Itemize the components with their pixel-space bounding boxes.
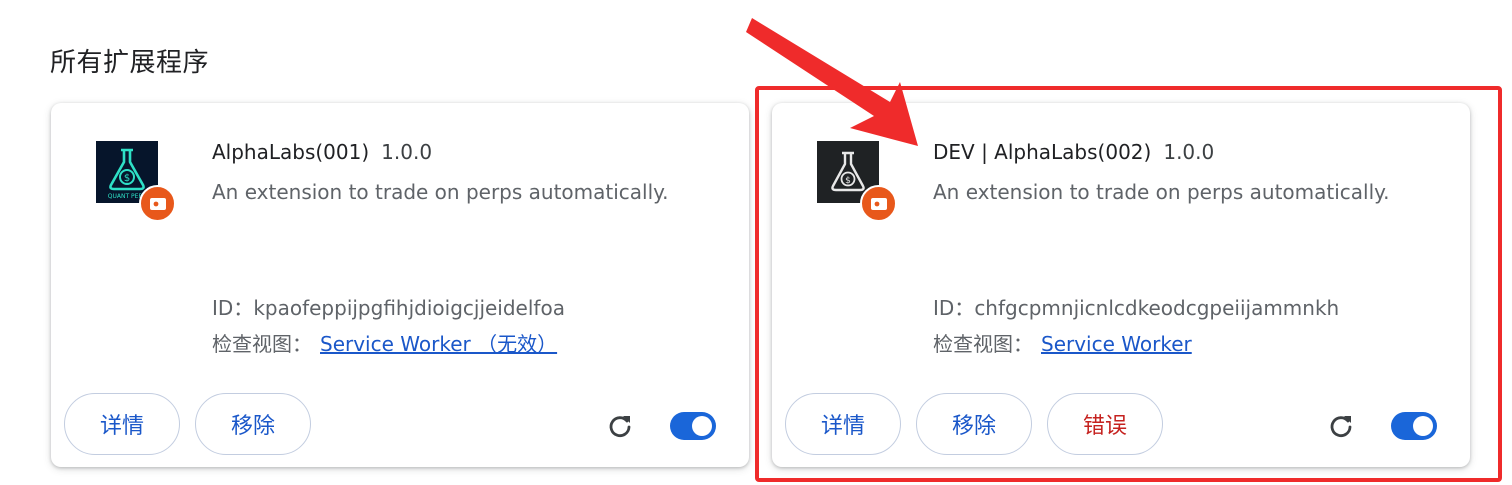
unpacked-badge-icon xyxy=(139,185,176,222)
extension-icon-wrap: $ QUANT PERP xyxy=(96,141,176,222)
extension-name: AlphaLabs(001) xyxy=(212,140,370,164)
service-worker-link[interactable]: Service Worker （无效） xyxy=(320,332,557,356)
inspect-views-line: 检查视图： Service Worker （无效） xyxy=(212,328,557,357)
svg-text:$: $ xyxy=(124,173,130,184)
id-label: ID： xyxy=(212,296,254,320)
extension-description: An extension to trade on perps automatic… xyxy=(212,180,669,204)
details-button[interactable]: 详情 xyxy=(64,393,180,455)
extension-card-alphalabs-001: $ QUANT PERP AlphaLabs(001) 1.0.0 An exte… xyxy=(51,103,749,467)
inspect-views-label: 检查视图： xyxy=(212,332,312,356)
reload-icon[interactable] xyxy=(606,412,634,440)
id-value: kpaofeppijpgfihjdioigcjjeidelfoa xyxy=(253,296,565,320)
extension-version: 1.0.0 xyxy=(381,140,433,164)
section-title: 所有扩展程序 xyxy=(50,48,210,78)
extension-id-line: ID：kpaofeppijpgfihjdioigcjjeidelfoa xyxy=(212,292,565,321)
red-arrow-annotation xyxy=(746,18,918,146)
enable-toggle[interactable] xyxy=(670,412,716,440)
remove-button[interactable]: 移除 xyxy=(195,393,311,455)
extension-name-line: AlphaLabs(001) 1.0.0 xyxy=(212,140,432,164)
toggle-knob xyxy=(692,416,712,436)
